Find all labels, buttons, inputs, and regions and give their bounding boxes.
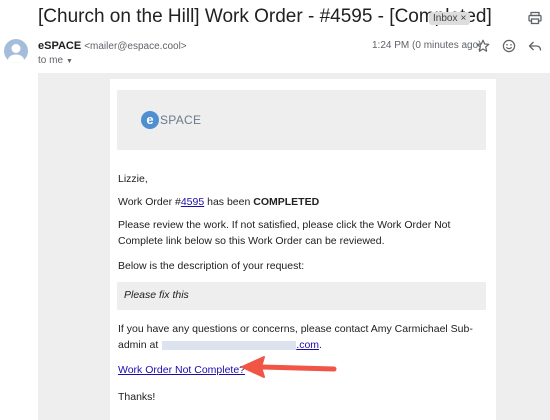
redacted-email-block — [162, 340, 297, 350]
chevron-down-icon[interactable]: ▼ — [66, 58, 73, 65]
review-text-line-2: Complete link below so this Work Order c… — [118, 235, 385, 247]
sign-off: Thanks! — [118, 391, 156, 403]
espace-logo-mark: e — [141, 111, 159, 129]
sender-name[interactable]: eSPACE — [38, 40, 81, 52]
request-description-box: Please fix this — [117, 282, 486, 310]
work-order-not-complete-link[interactable]: Work Order Not Complete? — [118, 364, 245, 376]
email-body-background: e SPACE Lizzie, Work Order #4595 has been… — [38, 73, 550, 420]
wo-status: COMPLETED — [253, 196, 320, 208]
contact-email-link[interactable]: .com — [296, 339, 319, 351]
contact-prefix: admin at — [118, 339, 159, 351]
inbox-label-badge[interactable]: Inbox × — [429, 12, 471, 25]
description-intro: Below is the description of your request… — [118, 260, 305, 272]
emoji-icon[interactable] — [502, 39, 516, 53]
print-icon[interactable] — [528, 11, 542, 25]
recipient-text: to me — [38, 55, 64, 66]
request-description: Please fix this — [124, 289, 189, 301]
contact-period: . — [319, 339, 322, 351]
email-card: e SPACE Lizzie, Work Order #4595 has been… — [110, 79, 496, 420]
recipient-toggle[interactable]: to me ▼ — [38, 55, 73, 66]
not-complete-line: Work Order Not Complete? — [118, 363, 245, 377]
review-text-line-1: Please review the work. If not satisfied… — [118, 219, 451, 231]
inbox-label-text: Inbox — [433, 13, 458, 24]
work-order-status-line: Work Order #4595 has been COMPLETED — [118, 195, 319, 209]
wo-mid: has been — [204, 196, 254, 208]
contact-text-line-2: admin at .com. — [118, 338, 322, 352]
avatar-icon[interactable] — [4, 39, 28, 63]
email-subject: [Church on the Hill] Work Order - #4595 … — [38, 6, 492, 27]
logo-header: e SPACE — [117, 90, 486, 150]
star-icon[interactable] — [476, 39, 490, 53]
wo-prefix: Work Order # — [118, 196, 181, 208]
email-timestamp: 1:24 PM (0 minutes ago) — [372, 40, 482, 51]
espace-logo-text: SPACE — [160, 113, 202, 127]
sender-email: <mailer@espace.cool> — [84, 41, 187, 52]
contact-text-line-1: If you have any questions or concerns, p… — [118, 323, 473, 335]
reply-icon[interactable] — [528, 39, 542, 53]
greeting: Lizzie, — [118, 173, 148, 185]
red-arrow-annotation-icon — [241, 356, 337, 378]
person-icon — [8, 44, 24, 63]
sender-line: eSPACE <mailer@espace.cool> — [38, 40, 187, 52]
espace-logo: e SPACE — [141, 111, 201, 129]
remove-label-icon[interactable]: × — [460, 13, 466, 24]
work-order-number-link[interactable]: 4595 — [181, 196, 204, 208]
